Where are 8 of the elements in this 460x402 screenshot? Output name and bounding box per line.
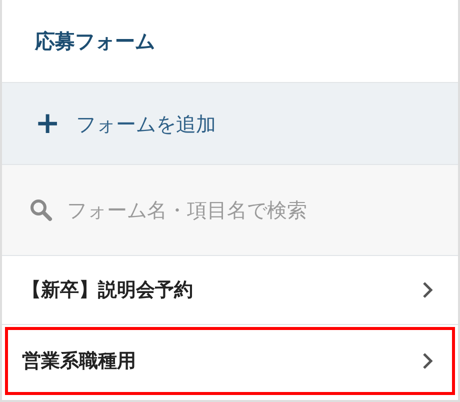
- form-list-item[interactable]: 【新卒】説明会予約: [5, 258, 455, 322]
- panel-title: 応募フォーム: [35, 28, 155, 55]
- search-field[interactable]: フォーム名・項目名で検索: [2, 165, 458, 255]
- chevron-right-icon: [422, 281, 434, 299]
- form-list-item[interactable]: 営業系職種用: [5, 327, 455, 395]
- chevron-right-icon: [422, 352, 434, 370]
- plus-icon: +: [35, 108, 60, 138]
- add-form-button[interactable]: + フォームを追加: [2, 83, 458, 165]
